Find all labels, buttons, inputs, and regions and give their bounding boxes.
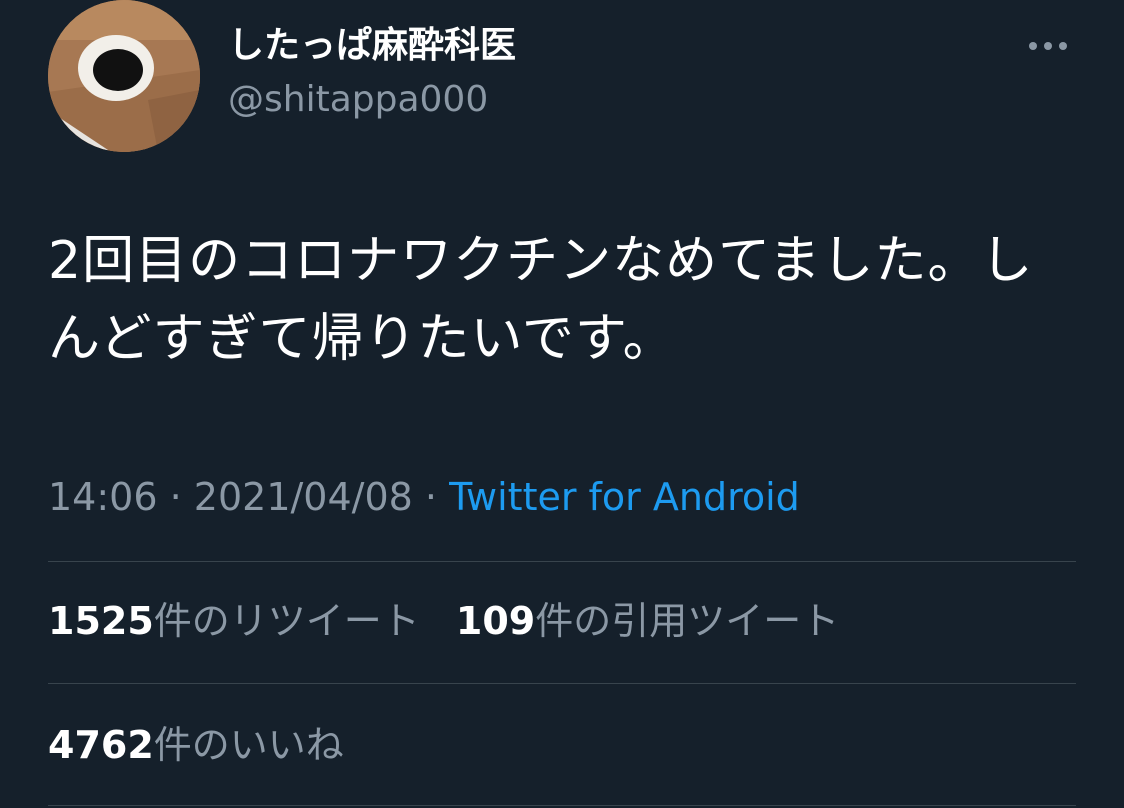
retweet-count: 1525 xyxy=(48,599,154,643)
more-options-button[interactable] xyxy=(1018,26,1078,66)
divider xyxy=(48,683,1076,684)
meta-separator: · xyxy=(169,475,182,519)
retweet-label: 件のリツイート xyxy=(153,599,420,643)
like-count: 4762 xyxy=(48,723,154,767)
divider xyxy=(48,805,1076,806)
tweet-text: 2回目のコロナワクチンなめてました。しんどすぎて帰りたいです。 xyxy=(48,231,1034,369)
stats-row-retweets: 1525件のリツイート 109件の引用ツイート xyxy=(48,596,839,646)
display-name[interactable]: したっぱ麻酔科医 xyxy=(228,20,516,72)
more-horizontal-icon xyxy=(1059,42,1067,50)
meta-separator: · xyxy=(424,475,438,519)
quote-count: 109 xyxy=(455,599,536,643)
tweet-meta: 14:06 · 2021/04/08 · Twitter for Android xyxy=(48,472,800,522)
tweet-date[interactable]: 2021/04/08 xyxy=(194,475,413,519)
retweets-stat[interactable]: 1525件のリツイート xyxy=(48,596,420,646)
avatar[interactable] xyxy=(48,0,200,152)
user-handle[interactable]: @shitappa000 xyxy=(228,74,488,126)
more-horizontal-icon xyxy=(1029,42,1037,50)
like-label: 件のいいね xyxy=(153,723,344,767)
tweet-time[interactable]: 14:06 xyxy=(48,475,158,519)
quote-label: 件の引用ツイート xyxy=(535,599,840,643)
likes-stat[interactable]: 4762件のいいね xyxy=(48,720,344,770)
divider xyxy=(48,561,1076,562)
more-horizontal-icon xyxy=(1044,42,1052,50)
stats-row-likes: 4762件のいいね xyxy=(48,720,344,770)
avatar-image-icon xyxy=(48,0,200,152)
tweet-source-link[interactable]: Twitter for Android xyxy=(449,475,800,519)
quotes-stat[interactable]: 109件の引用ツイート xyxy=(456,596,839,646)
